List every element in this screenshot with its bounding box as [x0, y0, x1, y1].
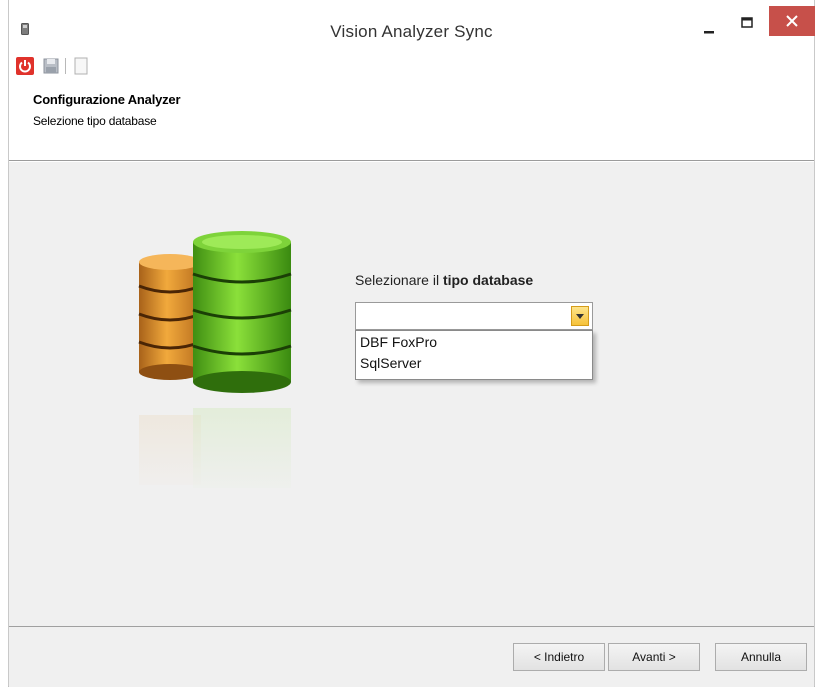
toolbar [9, 52, 814, 80]
chevron-down-icon [576, 314, 584, 319]
document-button[interactable] [71, 56, 91, 76]
combo-dropdown-button[interactable] [571, 306, 589, 326]
cancel-button[interactable]: Annulla [715, 643, 807, 671]
close-icon [786, 15, 798, 27]
wizard-content: Selezionare il tipo database DBF FoxPro … [9, 162, 814, 627]
page-title: Configurazione Analyzer [33, 92, 181, 107]
toolbar-separator [65, 58, 66, 74]
next-button[interactable]: Avanti > [608, 643, 700, 671]
wizard-header: Configurazione Analyzer Selezione tipo d… [9, 84, 814, 161]
label-prefix: Selezionare il [355, 272, 443, 288]
window-title: Vision Analyzer Sync [330, 22, 493, 41]
database-type-label: Selezionare il tipo database [355, 272, 533, 288]
power-icon [16, 57, 34, 75]
back-button[interactable]: < Indietro [513, 643, 605, 671]
option-dbf-foxpro[interactable]: DBF FoxPro [360, 334, 437, 350]
database-icon [125, 230, 295, 500]
label-bold: tipo database [442, 272, 534, 288]
database-type-combo[interactable] [355, 302, 593, 330]
maximize-icon [741, 17, 753, 28]
wizard-footer: < Indietro Avanti > Annulla [9, 627, 814, 687]
database-type-options: DBF FoxPro SqlServer [355, 330, 593, 380]
page-subtitle: Selezione tipo database [33, 114, 157, 128]
power-button[interactable] [15, 56, 35, 76]
option-sqlserver[interactable]: SqlServer [360, 355, 421, 371]
title-bar[interactable]: Vision Analyzer Sync [9, 0, 815, 50]
save-icon [43, 58, 59, 74]
document-icon [74, 57, 88, 75]
app-window: Vision Analyzer Sync Configurazione Anal… [8, 0, 815, 687]
minimize-button[interactable] [695, 8, 723, 38]
close-button[interactable] [769, 6, 815, 36]
minimize-icon [704, 31, 714, 34]
save-button[interactable] [41, 56, 61, 76]
maximize-button[interactable] [733, 8, 761, 38]
